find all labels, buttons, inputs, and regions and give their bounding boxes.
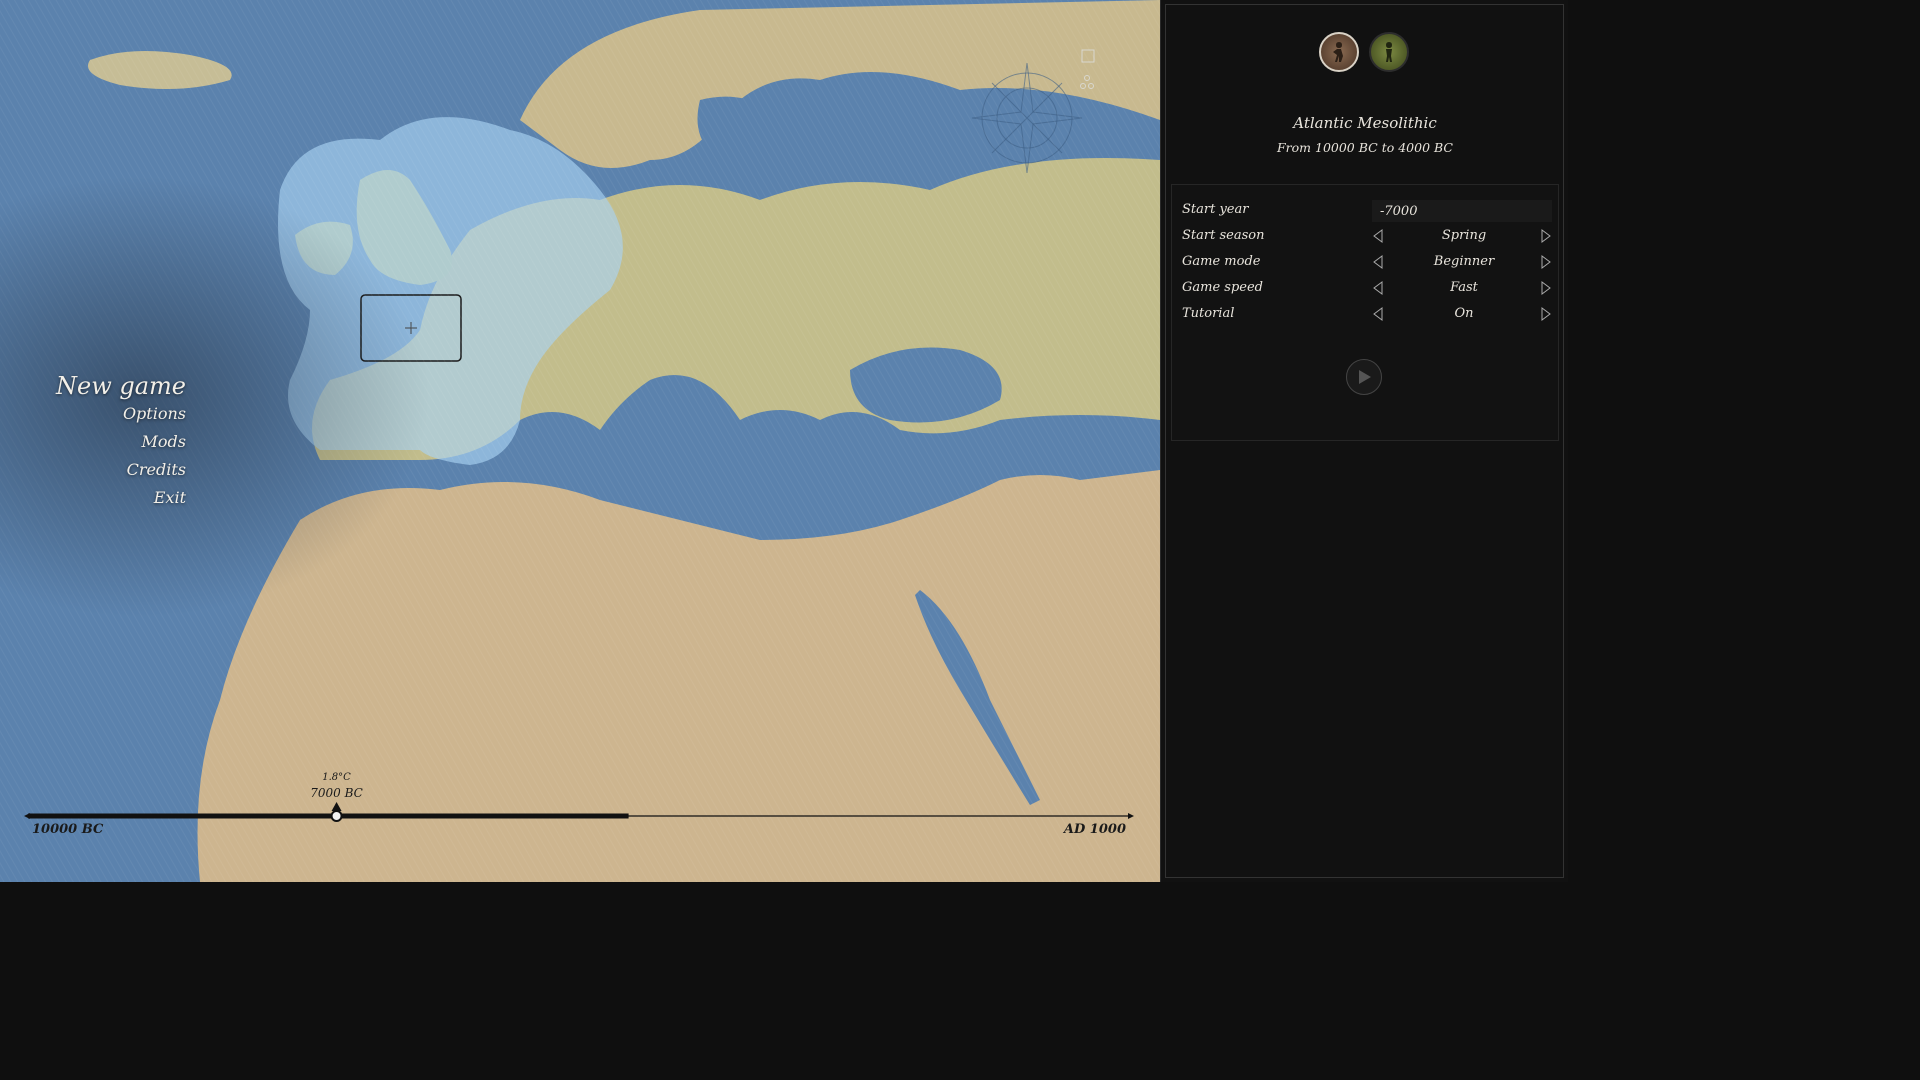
panel-frame <box>1165 4 1564 878</box>
culture-date-range: From 10000 BC to 4000 BC <box>1277 140 1453 155</box>
new-game-panel: Atlantic Mesolithic From 10000 BC to 400… <box>1160 0 1568 882</box>
gatherer-culture-icon[interactable] <box>1369 32 1409 72</box>
play-icon <box>1359 370 1371 384</box>
start-year-row: Start year <box>1172 200 1558 222</box>
tutorial-row: Tutorial On <box>1172 304 1558 326</box>
game-speed-label: Game speed <box>1182 280 1263 295</box>
menu-exit[interactable]: Exit <box>0 488 186 507</box>
game-mode-value: Beginner <box>1433 254 1495 269</box>
timeline-current-year: 7000 BC <box>310 786 363 800</box>
culture-title: Atlantic Mesolithic <box>1293 114 1437 132</box>
timeline-temperature: 1.8°C <box>322 772 351 783</box>
menu-credits[interactable]: Credits <box>0 460 186 479</box>
start-season-next-icon[interactable] <box>1540 229 1552 243</box>
tutorial-label: Tutorial <box>1182 306 1235 321</box>
timeline-end-label: AD 1000 <box>1063 822 1126 837</box>
game-speed-row: Game speed Fast <box>1172 278 1558 300</box>
game-mode-prev-icon[interactable] <box>1372 255 1384 269</box>
tutorial-prev-icon[interactable] <box>1372 307 1384 321</box>
start-season-row: Start season Spring <box>1172 226 1558 248</box>
tutorial-value: On <box>1454 306 1474 321</box>
game-mode-label: Game mode <box>1182 254 1261 269</box>
game-speed-next-icon[interactable] <box>1540 281 1552 295</box>
game-mode-row: Game mode Beginner <box>1172 252 1558 274</box>
game-settings: Start year Start season Spring Game mode… <box>1171 184 1559 441</box>
game-speed-value: Fast <box>1450 280 1478 295</box>
tutorial-next-icon[interactable] <box>1540 307 1552 321</box>
timeline-start-label: 10000 BC <box>32 822 104 837</box>
start-season-prev-icon[interactable] <box>1372 229 1384 243</box>
start-game-button[interactable] <box>1346 359 1382 395</box>
world-map[interactable]: 1.8°C 7000 BC 10000 BC AD 1000 New game … <box>0 0 1160 882</box>
start-year-input[interactable] <box>1372 200 1552 222</box>
menu-mods[interactable]: Mods <box>0 432 186 451</box>
start-season-value: Spring <box>1441 228 1487 243</box>
game-speed-prev-icon[interactable] <box>1372 281 1384 295</box>
hunter-culture-icon[interactable] <box>1319 32 1359 72</box>
menu-options[interactable]: Options <box>0 404 186 423</box>
start-season-label: Start season <box>1182 228 1265 243</box>
menu-new-game[interactable]: New game <box>0 372 186 400</box>
game-mode-next-icon[interactable] <box>1540 255 1552 269</box>
start-year-label: Start year <box>1182 202 1249 217</box>
